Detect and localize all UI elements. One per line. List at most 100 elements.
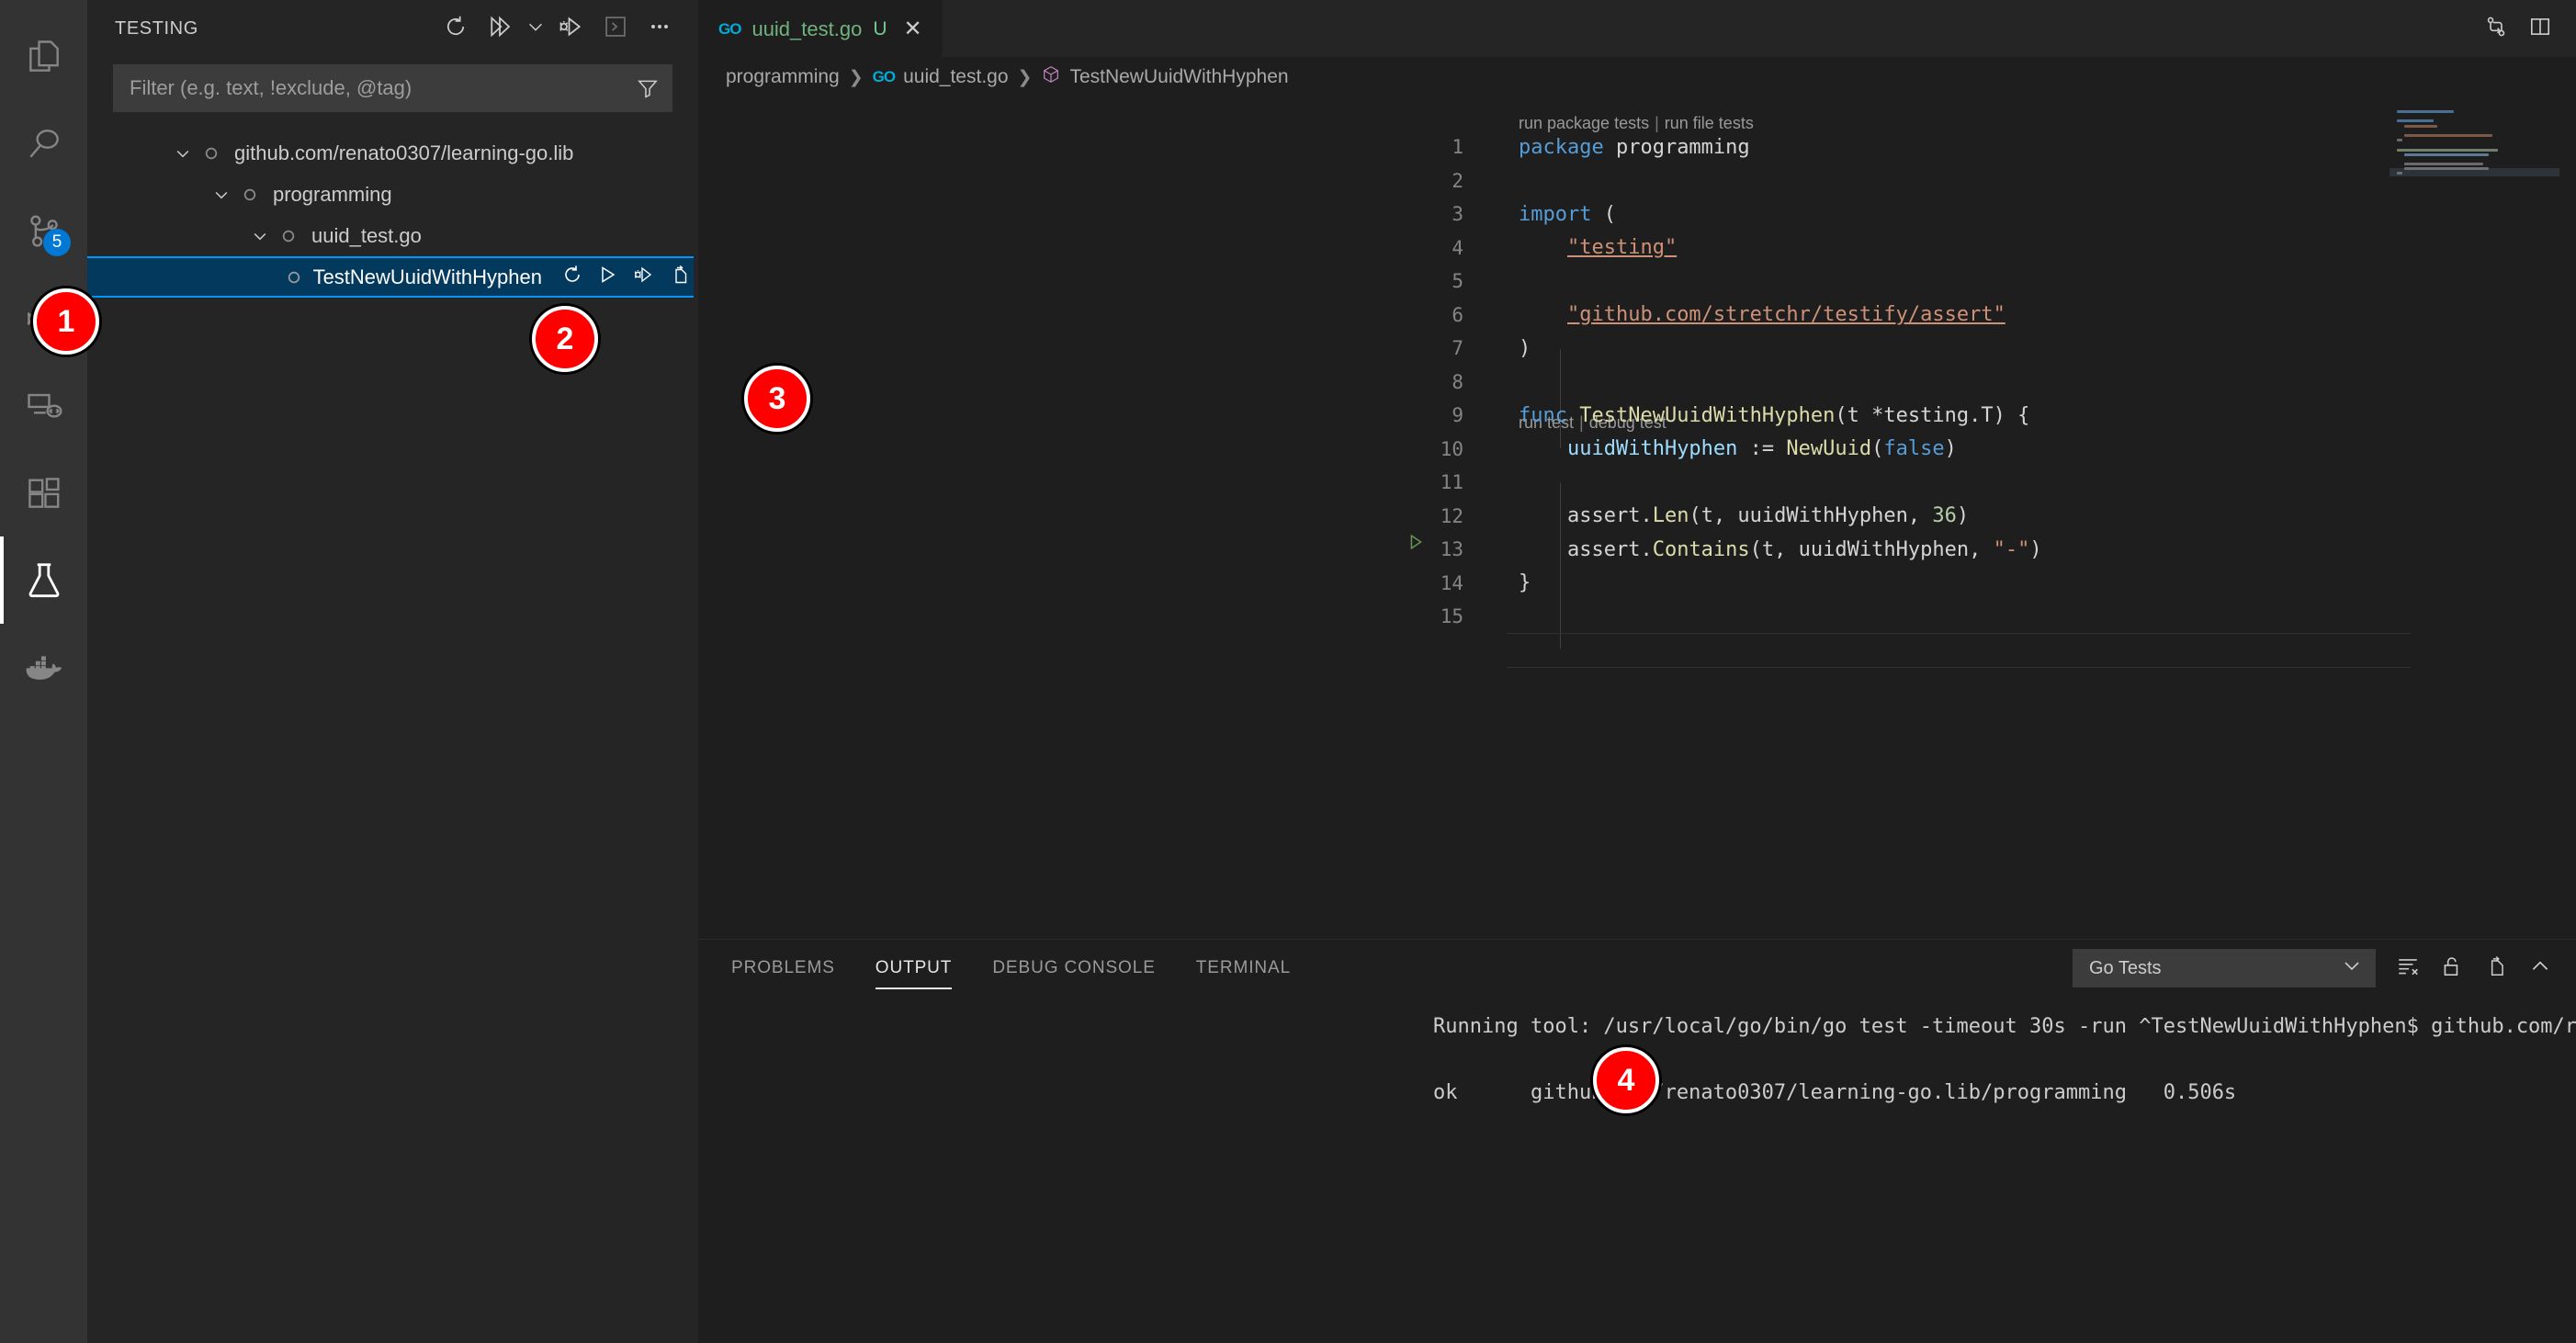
code-line: 11 [698, 466, 2576, 499]
minimap-line [2397, 110, 2454, 113]
code-text: ) [1519, 336, 1531, 360]
test-filter-box[interactable] [113, 64, 672, 112]
test-tree-item-package[interactable]: programming [87, 174, 698, 215]
play-icon [597, 264, 619, 291]
tab-problems[interactable]: PROBLEMS [731, 940, 835, 997]
minimap[interactable] [2390, 110, 2559, 176]
funnel-icon[interactable] [636, 76, 660, 100]
test-row-actions [559, 264, 694, 291]
minimap-line [2397, 139, 2402, 142]
debug-all-icon [558, 13, 585, 45]
open-output-in-editor-button[interactable] [2484, 954, 2508, 983]
rerun-test-button[interactable] [559, 264, 586, 291]
breadcrumb-item-symbol[interactable]: TestNewUuidWithHyphen [1041, 64, 1289, 90]
code-line: 3 import ( [698, 198, 2576, 231]
line-number: 2 [1452, 169, 1463, 192]
line-number: 5 [1452, 270, 1463, 292]
code-line: 15 [698, 600, 2576, 633]
activity-bar-item-docker[interactable] [0, 624, 87, 711]
code-text: func TestNewUuidWithHyphen(t *testing.T)… [1519, 403, 2030, 427]
minimap-line [2390, 143, 2559, 146]
output-line: Running tool: /usr/local/go/bin/go test … [1433, 1015, 2576, 1038]
minimap-line [2404, 124, 2437, 128]
tab-debug-console[interactable]: DEBUG CONSOLE [992, 940, 1155, 997]
line-number: 6 [1452, 303, 1463, 326]
tab-terminal[interactable]: TERMINAL [1196, 940, 1291, 997]
line-number: 12 [1440, 504, 1463, 527]
test-state-icon [284, 270, 304, 285]
minimap-line [2390, 130, 2559, 132]
activity-bar-item-remote-explorer[interactable] [0, 362, 87, 449]
refresh-icon [443, 14, 469, 44]
minimap-viewport[interactable] [2390, 168, 2559, 176]
editor-area: GO uuid_test.go U ✕ programming ❯ GO uui… [698, 0, 2576, 1343]
run-test-button[interactable] [594, 264, 622, 291]
code-line: 5 [698, 265, 2576, 298]
more-actions-button[interactable] [639, 8, 680, 49]
test-tree-item-test-case[interactable]: TestNewUuidWithHyphen [87, 256, 694, 298]
line-number: 8 [1452, 370, 1463, 393]
activity-bar-item-explorer[interactable] [0, 13, 87, 100]
line-number: 1 [1452, 136, 1463, 158]
refresh-icon [561, 264, 583, 291]
code-text: assert.Contains(t, uuidWithHyphen, "-") [1519, 537, 2042, 561]
close-icon[interactable]: ✕ [904, 17, 922, 40]
code-line: 13 assert.Contains(t, uuidWithHyphen, "-… [698, 533, 2576, 566]
activity-bar-item-testing[interactable] [0, 536, 87, 624]
split-editor-button[interactable] [2528, 15, 2552, 43]
code-line: 7) [698, 332, 2576, 365]
show-output-button[interactable] [595, 8, 636, 49]
test-state-icon [275, 229, 302, 243]
go-to-file-icon [669, 264, 691, 291]
editor-tab-uuid-test-go[interactable]: GO uuid_test.go U ✕ [698, 0, 943, 57]
output-channel-select[interactable]: Go Tests [2073, 949, 2376, 988]
bottom-panel: PROBLEMS OUTPUT DEBUG CONSOLE TERMINAL G… [698, 939, 2576, 1343]
testing-sidebar: TESTING Filter (e.g. text, !exclude, @ta… [87, 0, 698, 1343]
clear-output-button[interactable] [2396, 954, 2420, 983]
code-lines: 1 package programming 2 3 import (4 "testing… [698, 97, 2576, 939]
test-state-icon [198, 146, 225, 161]
remote-icon [24, 386, 64, 426]
code-line: 8 [698, 366, 2576, 399]
chevron-down-icon[interactable] [168, 144, 198, 163]
collapse-panel-button[interactable] [2528, 954, 2552, 983]
breadcrumb-item-file[interactable]: GO uuid_test.go [873, 66, 1009, 88]
line-number: 11 [1440, 471, 1463, 493]
code-line: 2 [698, 164, 2576, 198]
symbol-method-icon [1041, 64, 1061, 90]
code-editor[interactable]: run package tests | run file tests run tes… [698, 97, 2576, 939]
test-tree-item-file[interactable]: uuid_test.go [87, 215, 698, 256]
breadcrumb-label: programming [726, 66, 840, 87]
breadcrumb-item-folder[interactable]: programming [726, 66, 840, 88]
reveal-in-explorer-button[interactable] [666, 264, 694, 291]
activity-bar-item-search[interactable] [0, 100, 87, 187]
code-line: 4 "testing" [698, 231, 2576, 265]
debug-test-button[interactable] [630, 264, 658, 291]
clear-all-icon [2396, 954, 2420, 983]
sidebar-header: TESTING [87, 0, 698, 57]
go-icon: GO [718, 19, 741, 38]
activity-bar-item-extensions[interactable] [0, 449, 87, 536]
git-status-badge: U [873, 17, 887, 40]
minimap-line [2390, 115, 2559, 118]
output-channel-value: Go Tests [2089, 957, 2162, 978]
editor-toolbar [2460, 0, 2576, 57]
tab-output[interactable]: OUTPUT [875, 940, 953, 997]
run-all-dropdown-button[interactable] [524, 8, 548, 49]
run-all-tests-button[interactable] [480, 8, 520, 49]
source-control-graph-button[interactable] [2484, 15, 2508, 43]
activity-bar-item-source-control[interactable]: 5 [0, 187, 87, 275]
search-input[interactable] [130, 76, 636, 100]
debug-all-tests-button[interactable] [551, 8, 592, 49]
test-tree-item-repository[interactable]: github.com/renato0307/learning-go.lib [87, 132, 698, 174]
chevron-down-icon[interactable] [245, 227, 275, 245]
debug-icon [633, 264, 655, 291]
line-number: 7 [1452, 337, 1463, 359]
code-line: 1 package programming [698, 130, 2576, 164]
minimap-line [2404, 152, 2489, 156]
refresh-tests-button[interactable] [435, 8, 476, 49]
callout-badge-1: 1 [33, 288, 99, 355]
code-line: 12 assert.Len(t, uuidWithHyphen, 36) [698, 500, 2576, 533]
chevron-down-icon[interactable] [207, 186, 236, 204]
toggle-lock-scroll-button[interactable] [2440, 954, 2464, 983]
